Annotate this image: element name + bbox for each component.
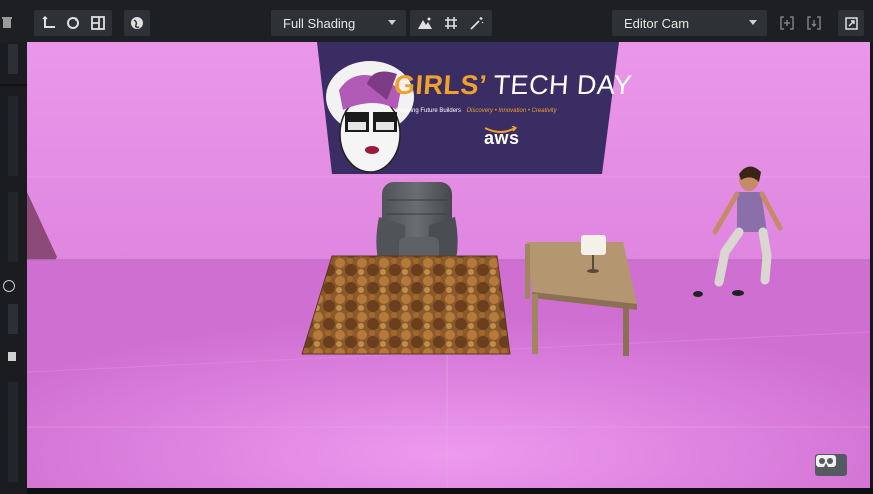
left-side-panel xyxy=(0,42,27,494)
banner-tagline-main: Inspiring Future Builders xyxy=(396,108,462,114)
vr-toggle-button[interactable] xyxy=(815,454,847,476)
banner-title: GIRLS’ TECH DAY xyxy=(393,70,633,101)
aws-logo: aws xyxy=(484,126,520,149)
panel-control[interactable] xyxy=(8,304,18,334)
trash-icon[interactable] xyxy=(0,10,14,36)
shading-mode-select[interactable]: Full Shading xyxy=(271,10,406,36)
viewport-toolbar: Full Shading Editor Cam xyxy=(0,0,873,42)
panel-handle[interactable] xyxy=(8,44,18,74)
aws-smile-icon xyxy=(484,126,518,133)
panel-divider xyxy=(0,84,27,86)
scene-viewport[interactable]: GIRLS’ TECH DAY Inspiring Future Builder… xyxy=(27,42,870,488)
panel-section xyxy=(8,382,18,482)
terrain-icon[interactable] xyxy=(414,10,436,36)
banner-tagline: Inspiring Future Builders Discovery • In… xyxy=(396,108,557,114)
chevron-down-icon xyxy=(388,20,396,25)
chevron-down-icon xyxy=(749,20,757,25)
camera-label: Editor Cam xyxy=(624,15,690,31)
rotate-icon[interactable] xyxy=(62,10,84,36)
layout-icon[interactable] xyxy=(87,10,109,36)
panel-section xyxy=(8,192,18,262)
maximize-icon[interactable] xyxy=(838,10,864,36)
grid-icon[interactable] xyxy=(440,10,462,36)
panel-toggle-icon[interactable] xyxy=(8,352,16,361)
vr-goggles-icon xyxy=(816,455,836,467)
viewport-bottom-border xyxy=(27,488,873,494)
panel-section xyxy=(8,96,18,176)
banner-title-highlight: GIRLS’ xyxy=(392,70,487,100)
banner-tagline-accent: Discovery • Innovation • Creativity xyxy=(466,108,557,114)
camera-select[interactable]: Editor Cam xyxy=(612,10,767,36)
camera-frame-alt-icon[interactable] xyxy=(802,10,826,36)
shading-mode-label: Full Shading xyxy=(283,15,356,31)
magic-wand-icon[interactable] xyxy=(466,10,488,36)
banner-title-rest: TECH DAY xyxy=(492,70,634,100)
globe-icon[interactable] xyxy=(124,10,150,36)
help-icon[interactable] xyxy=(3,280,15,292)
transform-icon[interactable] xyxy=(38,10,60,36)
camera-frame-icon[interactable] xyxy=(775,10,799,36)
rug[interactable] xyxy=(301,255,511,355)
